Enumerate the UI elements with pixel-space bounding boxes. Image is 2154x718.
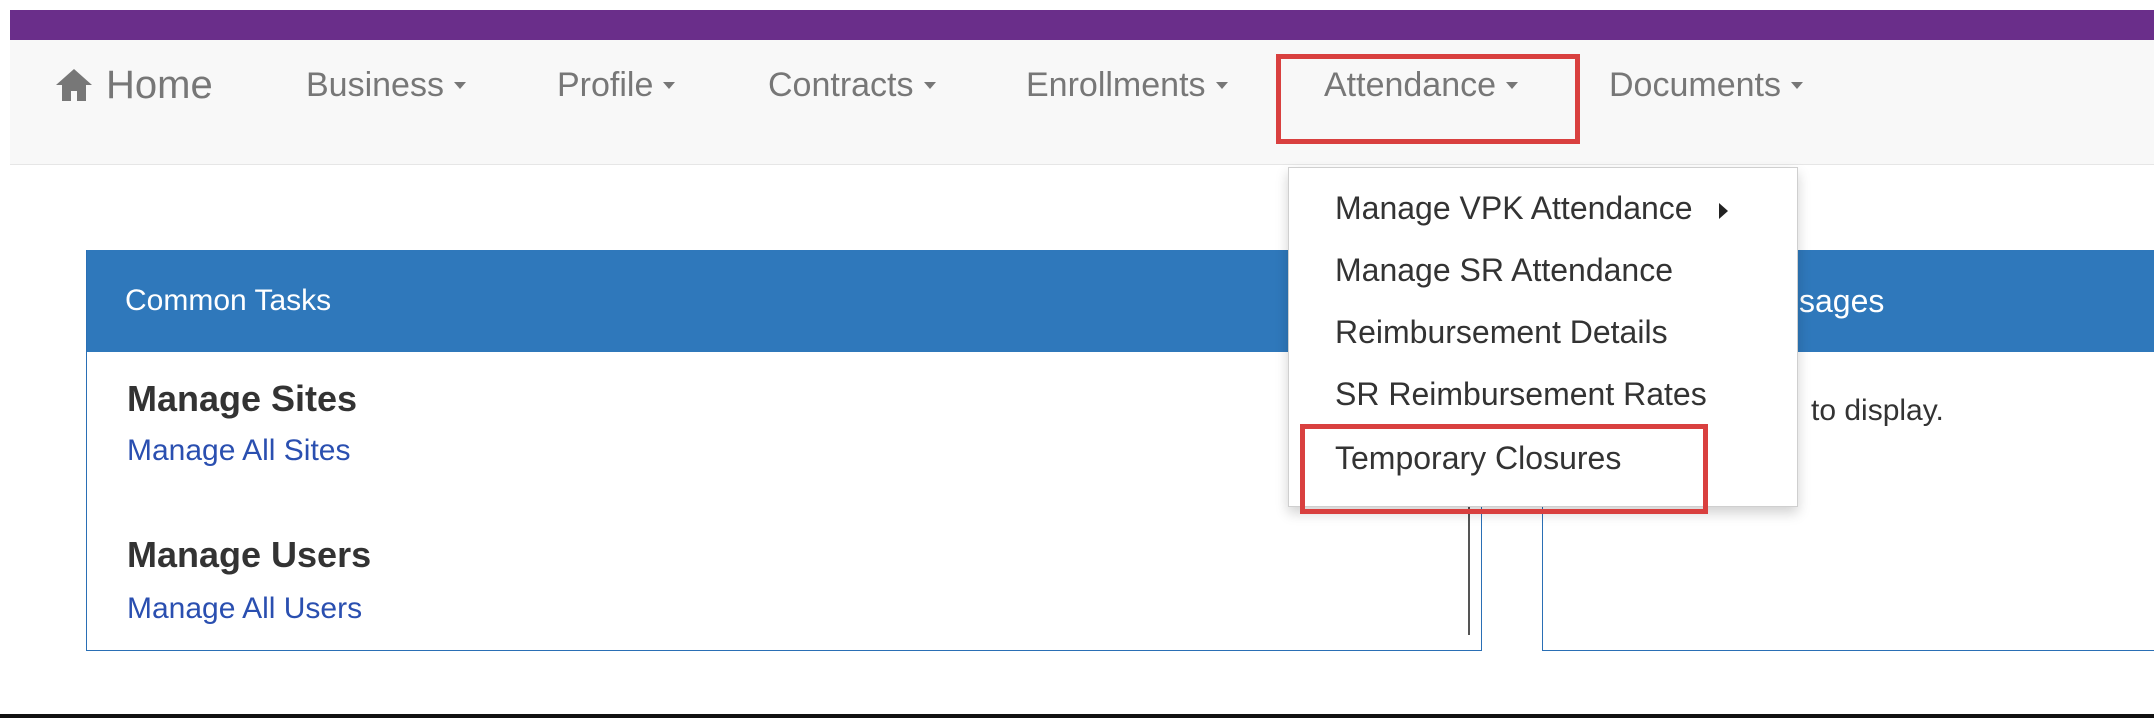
menu-item-reimbursement-details[interactable]: Reimbursement Details	[1335, 314, 1668, 351]
chevron-down-icon	[1215, 81, 1228, 89]
menu-item-label: Manage VPK Attendance	[1335, 190, 1693, 226]
menu-item-sr-reimbursement-rates[interactable]: SR Reimbursement Rates	[1335, 376, 1707, 413]
common-tasks-header: Common Tasks	[87, 250, 1481, 352]
nav-business[interactable]: Business	[306, 58, 466, 112]
nav-home[interactable]: Home	[54, 58, 213, 112]
messages-title: ssages	[1783, 282, 1885, 319]
chevron-down-icon	[453, 81, 466, 89]
nav-documents[interactable]: Documents	[1609, 58, 1803, 112]
menu-item-label: Manage SR Attendance	[1335, 252, 1674, 288]
chevron-down-icon	[923, 81, 936, 89]
nav-contracts[interactable]: Contracts	[768, 58, 936, 112]
nav-documents-label: Documents	[1609, 65, 1781, 104]
nav-contracts-label: Contracts	[768, 65, 914, 104]
home-icon	[56, 69, 92, 101]
nav-enrollments[interactable]: Enrollments	[1026, 58, 1228, 112]
chevron-down-icon	[663, 81, 676, 89]
manage-users-heading: Manage Users	[127, 534, 372, 575]
panel-divider-left	[1468, 505, 1470, 635]
bottom-border	[0, 714, 2154, 718]
menu-item-manage-sr-attendance[interactable]: Manage SR Attendance	[1335, 252, 1673, 289]
nav-profile-label: Profile	[557, 65, 654, 104]
menu-item-label: SR Reimbursement Rates	[1335, 376, 1707, 412]
menu-item-label: Reimbursement Details	[1335, 314, 1668, 350]
common-tasks-panel: Common Tasks Manage Sites Manage All Sit…	[86, 250, 1482, 651]
nav-home-label: Home	[106, 62, 213, 107]
temporary-closures-highlight-box	[1300, 424, 1708, 514]
nav-profile[interactable]: Profile	[557, 58, 676, 112]
manage-all-users-link[interactable]: Manage All Users	[127, 592, 362, 626]
attendance-highlight-box	[1276, 54, 1580, 144]
manage-all-sites-link[interactable]: Manage All Sites	[127, 434, 350, 468]
menu-item-manage-vpk-attendance[interactable]: Manage VPK Attendance	[1335, 190, 1729, 227]
nav-business-label: Business	[306, 65, 444, 104]
no-messages-text: to display.	[1811, 394, 1944, 427]
chevron-down-icon	[1790, 81, 1803, 89]
nav-enrollments-label: Enrollments	[1026, 65, 1206, 104]
common-tasks-title: Common Tasks	[125, 284, 332, 317]
top-brand-bar	[10, 10, 2154, 40]
submenu-arrow-icon	[1719, 202, 1729, 219]
manage-sites-heading: Manage Sites	[127, 378, 358, 419]
